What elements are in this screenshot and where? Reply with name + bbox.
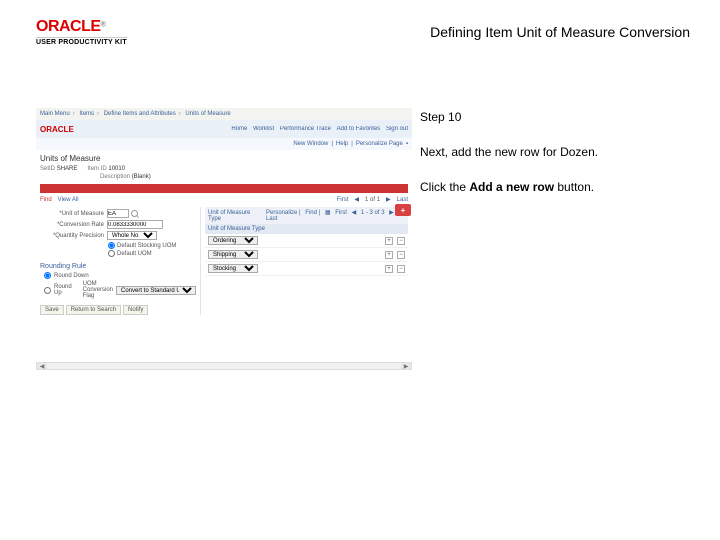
table-row: Ordering + − <box>205 234 408 248</box>
grid-prev-icon[interactable]: ◀ <box>352 210 357 216</box>
link-perftrace[interactable]: Performance Trace <box>280 126 331 132</box>
crumb-2[interactable]: Define Items and Attributes <box>104 111 176 117</box>
add-row-highlight[interactable]: + <box>395 204 411 216</box>
logo-block: ORACLE® USER PRODUCTIVITY KIT <box>36 18 127 46</box>
qtyprec-select[interactable]: Whole No <box>107 231 157 240</box>
roundup-radio[interactable] <box>44 287 51 294</box>
add-row-button[interactable]: + <box>385 265 393 273</box>
link-worklist[interactable]: Worklist <box>253 126 274 132</box>
grid-subheader: Unit of Measure Type <box>205 224 408 234</box>
instr2-bold: Add a new row <box>469 180 554 194</box>
viewall-link[interactable]: View All <box>58 197 79 203</box>
setid-label: SetID <box>40 166 55 172</box>
util-personalize[interactable]: Personalize Page <box>356 141 403 147</box>
table-row: Stocking + − <box>205 262 408 276</box>
util-http-icon[interactable]: ▪ <box>406 141 408 147</box>
convrate-label: *Conversion Rate <box>40 222 104 228</box>
step-instruction-2: Click the Add a new row button. <box>420 178 700 197</box>
red-divider <box>40 184 408 193</box>
left-pane: *Unit of Measure *Conversion Rate *Quant… <box>40 207 200 315</box>
rounddown-label: Round Down <box>54 273 89 279</box>
first-link[interactable]: First <box>337 197 349 203</box>
grid-sheet-icon[interactable]: ▦ <box>325 210 331 216</box>
rounding-title: Rounding Rule <box>40 263 196 270</box>
grid-last[interactable]: Last <box>266 216 277 222</box>
lookup-icon[interactable] <box>131 210 138 217</box>
breadcrumb: Main Menu› Items› Define Items and Attri… <box>36 108 412 120</box>
product-line: USER PRODUCTIVITY KIT <box>36 37 127 46</box>
return-button[interactable]: Return to Search <box>66 305 121 315</box>
scroll-header: Find View All First ◀ 1 of 1 ▶ Last <box>40 196 408 203</box>
app-screenshot: Main Menu› Items› Define Items and Attri… <box>36 108 412 368</box>
uomtype-select-0[interactable]: Ordering <box>208 236 258 245</box>
grid-title: Unit of Measure Type <box>208 210 263 222</box>
grid-next-icon[interactable]: ▶ <box>389 210 394 216</box>
save-button[interactable]: Save <box>40 305 64 315</box>
add-row-button[interactable]: + <box>385 251 393 259</box>
topbar: ORACLE Home Worklist Performance Trace A… <box>36 120 412 138</box>
grid-pane: + Unit of Measure Type Personalize | Fin… <box>200 207 408 315</box>
page-title: Defining Item Unit of Measure Conversion <box>430 24 690 40</box>
uomtype-select-1[interactable]: Shipping <box>208 250 258 259</box>
desc-value: (Blank) <box>132 174 151 180</box>
table-row: Shipping + − <box>205 248 408 262</box>
nav-position: 1 of 1 <box>365 197 380 203</box>
convrate-input[interactable] <box>107 220 163 229</box>
scroll-left-icon[interactable]: ◀ <box>37 363 47 369</box>
delete-row-button[interactable]: − <box>397 237 405 245</box>
radio-default-stocking-input[interactable] <box>108 242 115 249</box>
brand-tm: ® <box>101 21 106 28</box>
last-link[interactable]: Last <box>397 197 408 203</box>
rounddown-radio[interactable] <box>44 272 51 279</box>
uomtype-select-2[interactable]: Stocking <box>208 264 258 273</box>
itemid-label: Item ID <box>87 166 106 172</box>
instr2-pre: Click the <box>420 180 469 194</box>
step-instruction-1: Next, add the new row for Dozen. <box>420 143 700 162</box>
nav-arrows-icon[interactable]: ◀ <box>354 196 359 203</box>
grid-header: Unit of Measure Type Personalize | Find … <box>205 207 408 224</box>
desc-label: Description <box>100 174 130 180</box>
roundup-label: Round Up <box>54 284 78 296</box>
util-help[interactable]: Help <box>336 141 348 147</box>
topbar-links: Home Worklist Performance Trace Add to F… <box>227 126 408 132</box>
topbar-brand: ORACLE <box>40 125 74 134</box>
delete-row-button[interactable]: − <box>397 265 405 273</box>
crumb-0[interactable]: Main Menu <box>40 111 70 117</box>
itemid-value: 10010 <box>108 166 125 172</box>
grid-nav: 1 - 3 of 3 <box>361 210 385 216</box>
qtyprec-label: *Quantity Precision <box>40 233 104 239</box>
find-link[interactable]: Find <box>40 197 52 203</box>
crumb-1[interactable]: Items <box>79 111 94 117</box>
link-favorites[interactable]: Add to Favorites <box>337 126 381 132</box>
uom-label: *Unit of Measure <box>40 211 104 217</box>
link-home[interactable]: Home <box>231 126 247 132</box>
brand-word: ORACLE <box>36 18 101 35</box>
grid-first[interactable]: First <box>335 210 347 216</box>
crumb-3[interactable]: Units of Measure <box>185 111 230 117</box>
uom-input[interactable] <box>107 209 129 218</box>
horizontal-scrollbar[interactable]: ◀ ▶ <box>36 362 412 370</box>
step-heading: Step 10 <box>420 108 700 127</box>
notify-button[interactable]: Notify <box>123 305 148 315</box>
scroll-right-icon[interactable]: ▶ <box>401 363 411 369</box>
link-signout[interactable]: Sign out <box>386 126 408 132</box>
radio-default-uom-input[interactable] <box>108 250 115 257</box>
setid-value: SHARE <box>57 166 78 172</box>
utility-bar: New Window | Help | Personalize Page ▪ <box>36 138 412 150</box>
add-row-button[interactable]: + <box>385 237 393 245</box>
radio-default-stocking[interactable]: Default Stocking UOM <box>108 242 196 249</box>
uomflag-label: UOM Conversion Flag <box>83 281 113 299</box>
nav-arrows-icon[interactable]: ▶ <box>386 196 391 203</box>
instr2-post: button. <box>554 180 594 194</box>
step-column: Step 10 Next, add the new row for Dozen.… <box>420 108 700 214</box>
util-newwindow[interactable]: New Window <box>293 141 328 147</box>
section-title: Units of Measure <box>40 154 408 163</box>
radio-default-uom[interactable]: Default UOM <box>108 250 196 257</box>
delete-row-button[interactable]: − <box>397 251 405 259</box>
grid-find[interactable]: Find <box>305 210 317 216</box>
grid-col-label: Unit of Measure Type <box>208 226 265 232</box>
uomflag-select[interactable]: Convert to Standard UOM <box>116 286 196 295</box>
